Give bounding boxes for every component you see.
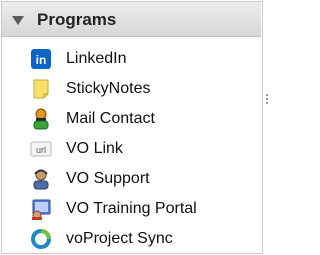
training-portal-icon bbox=[30, 198, 52, 220]
contact-person-icon bbox=[30, 108, 52, 130]
program-item-linkedin[interactable]: in LinkedIn bbox=[30, 46, 255, 72]
svg-text:in: in bbox=[36, 53, 47, 67]
program-item-vo-training-portal[interactable]: VO Training Portal bbox=[30, 196, 255, 222]
panel-header[interactable]: Programs bbox=[2, 2, 261, 37]
linkedin-icon: in bbox=[30, 48, 52, 70]
program-label: VO Link bbox=[66, 140, 123, 157]
collapse-triangle-icon[interactable] bbox=[12, 16, 24, 25]
support-agent-icon bbox=[30, 168, 52, 190]
program-label: StickyNotes bbox=[66, 80, 151, 97]
program-label: VO Training Portal bbox=[66, 200, 197, 217]
panel-title: Programs bbox=[37, 10, 117, 29]
sticky-note-icon bbox=[30, 78, 52, 100]
program-label: LinkedIn bbox=[66, 50, 127, 67]
svg-text:url: url bbox=[36, 145, 46, 155]
program-label: VO Support bbox=[66, 170, 150, 187]
program-item-mail-contact[interactable]: Mail Contact bbox=[30, 106, 255, 132]
program-item-vo-support[interactable]: VO Support bbox=[30, 166, 255, 192]
program-item-voproject-sync[interactable]: voProject Sync bbox=[30, 226, 255, 252]
program-item-vo-link[interactable]: url VO Link bbox=[30, 136, 255, 162]
sync-ring-icon bbox=[30, 228, 52, 250]
url-link-icon: url bbox=[30, 138, 52, 160]
program-label: Mail Contact bbox=[66, 110, 155, 127]
splitter-grip[interactable] bbox=[266, 94, 270, 104]
program-item-stickynotes[interactable]: StickyNotes bbox=[30, 76, 255, 102]
program-label: voProject Sync bbox=[66, 230, 173, 247]
